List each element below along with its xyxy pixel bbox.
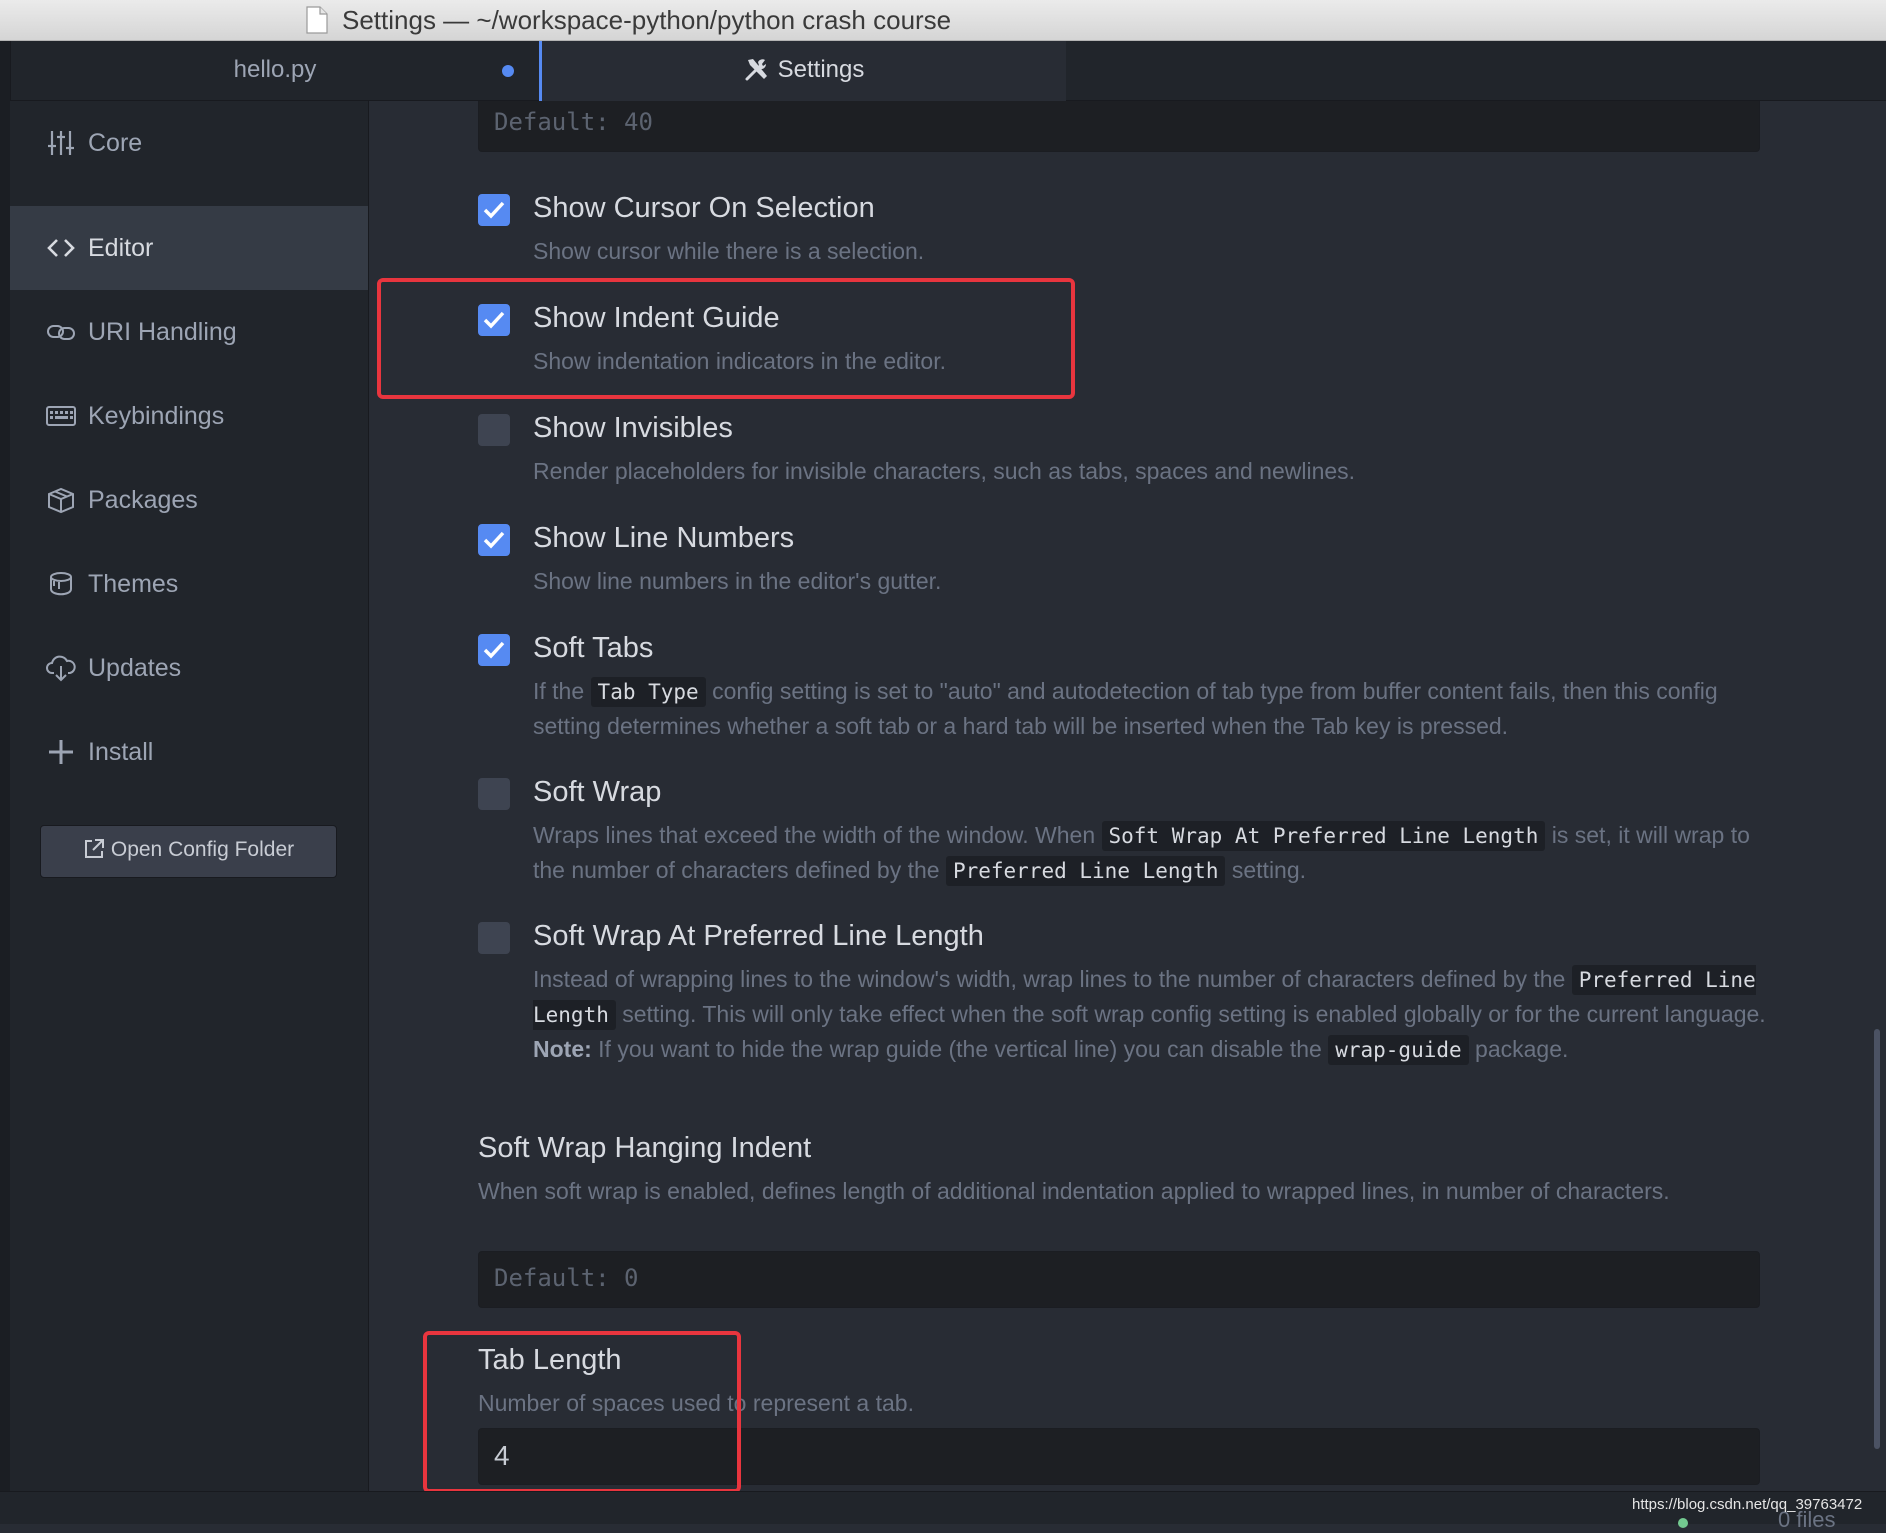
setting-description: Show cursor while there is a selection. (533, 238, 925, 264)
sidebar-item-editor[interactable]: Editor (10, 206, 368, 290)
code-icon (47, 239, 75, 257)
show-cursor-on-selection-checkbox[interactable] (478, 194, 510, 226)
modified-indicator[interactable] (502, 65, 514, 77)
soft-wrap-hanging-indent-input[interactable]: Default: 0 (478, 1251, 1760, 1308)
tab-label: hello.py (233, 56, 317, 83)
setting-reference-code: Tab Type (590, 677, 706, 707)
setting-title: Soft Wrap At Preferred Line Length (533, 920, 984, 952)
open-config-folder-inner: Open Config Folder (41, 838, 336, 862)
sidebar-item-label: Core (88, 129, 143, 157)
sidebar-item-themes[interactable]: Themes (10, 542, 368, 626)
setting-title: Show Line Numbers (533, 522, 795, 554)
tab-hello-py[interactable]: hello.py (10, 41, 540, 101)
sidebar-edge (0, 101, 10, 1491)
annotation-highlight-box (377, 278, 1075, 399)
keyboard-icon (46, 406, 76, 426)
sidebar-item-label: Install (88, 738, 154, 766)
sidebar-item-label: URI Handling (88, 318, 237, 346)
sliders-icon (48, 131, 74, 155)
git-status-dot (1678, 1518, 1688, 1528)
setting-title: Show Cursor On Selection (533, 192, 875, 224)
settings-sidebar: Core Editor URI Handling Keybindings Pac… (0, 101, 369, 1491)
setting-description: Instead of wrapping lines to the window'… (533, 962, 1783, 1067)
sidebar-item-label: Editor (88, 234, 154, 262)
desc-text: Wraps lines that exceed the width of the… (533, 822, 1096, 848)
tab-settings[interactable]: Settings (539, 41, 1066, 102)
package-link-code[interactable]: wrap-guide (1328, 1035, 1469, 1065)
sidebar-item-updates[interactable]: Updates (10, 626, 368, 710)
annotation-highlight-box (423, 1331, 741, 1491)
setting-description: Wraps lines that exceed the width of the… (533, 818, 1783, 888)
package-icon (48, 487, 74, 514)
setting-title: Soft Wrap (533, 776, 662, 808)
sidebar-item-keybindings[interactable]: Keybindings (10, 374, 368, 458)
desc-text: config setting is set to "auto" and auto… (533, 678, 1718, 739)
setting-title: Show Invisibles (533, 412, 733, 444)
plus-icon (49, 740, 73, 764)
setting-description: When soft wrap is enabled, defines lengt… (478, 1178, 1670, 1204)
cloud-download-icon (46, 655, 76, 682)
show-invisibles-checkbox[interactable] (478, 414, 510, 446)
setting-title: Soft Tabs (533, 632, 654, 664)
soft-tabs-checkbox[interactable] (478, 634, 510, 666)
open-config-folder-button[interactable]: Open Config Folder (40, 825, 337, 878)
sidebar-item-install[interactable]: Install (10, 710, 368, 794)
preferred-line-length-input[interactable]: Default: 40 (478, 101, 1760, 152)
setting-reference-code: Soft Wrap At Preferred Line Length (1101, 821, 1546, 851)
sidebar-item-label: Updates (88, 654, 182, 682)
window-title: Settings — ~/workspace-python/python cra… (342, 5, 952, 35)
document-icon (306, 6, 328, 34)
title-bar: Settings — ~/workspace-python/python cra… (0, 0, 1886, 41)
tools-icon (745, 59, 767, 81)
input-placeholder: Default: 40 (494, 108, 653, 136)
sidebar-item-uri-handling[interactable]: URI Handling (10, 290, 368, 374)
note-label: Note: (533, 1036, 592, 1062)
desc-text: package. (1475, 1036, 1569, 1062)
open-config-folder-label: Open Config Folder (110, 838, 295, 861)
desc-text: setting. (1231, 857, 1307, 883)
sidebar-item-packages[interactable]: Packages (10, 458, 368, 542)
settings-panel: Default: 40 Show Cursor On Selection Sho… (369, 101, 1886, 1491)
soft-wrap-checkbox[interactable] (478, 778, 510, 810)
sidebar-item-label: Keybindings (88, 402, 225, 430)
tab-bar: hello.py Settings (0, 41, 1886, 102)
setting-description: Show line numbers in the editor's gutter… (533, 568, 942, 594)
setting-description: If the Tab Type config setting is set to… (533, 674, 1783, 743)
tab-label: Settings (777, 56, 865, 83)
paintcan-icon (50, 572, 72, 596)
check-icon (483, 641, 505, 659)
desc-text: Instead of wrapping lines to the window'… (533, 966, 1566, 992)
scrollbar-thumb[interactable] (1874, 1029, 1880, 1449)
setting-reference-code: Preferred Line Length (945, 856, 1226, 886)
status-bar: 0 files https://blog.csdn.net/qq_3976347… (0, 1491, 1886, 1532)
setting-title: Soft Wrap Hanging Indent (478, 1132, 812, 1164)
setting-description: Render placeholders for invisible charac… (533, 458, 1356, 484)
sidebar-item-label: Packages (88, 486, 198, 514)
desc-text: If the (533, 678, 585, 704)
desc-text: If you want to hide the wrap guide (the … (598, 1036, 1322, 1062)
desc-text: setting. This will only take effect when… (622, 1001, 1766, 1027)
show-line-numbers-checkbox[interactable] (478, 524, 510, 556)
sidebar-item-label: Themes (88, 570, 179, 598)
input-placeholder: Default: 0 (494, 1264, 639, 1292)
link-external-icon (84, 839, 104, 858)
soft-wrap-at-preferred-line-length-checkbox[interactable] (478, 922, 510, 954)
sidebar-item-core[interactable]: Core (10, 101, 368, 185)
check-icon (483, 201, 505, 219)
check-icon (483, 531, 505, 549)
link-icon (47, 325, 75, 340)
watermark-url: https://blog.csdn.net/qq_39763472 (1632, 1496, 1863, 1513)
tab-settings-inner: Settings (542, 56, 1066, 84)
